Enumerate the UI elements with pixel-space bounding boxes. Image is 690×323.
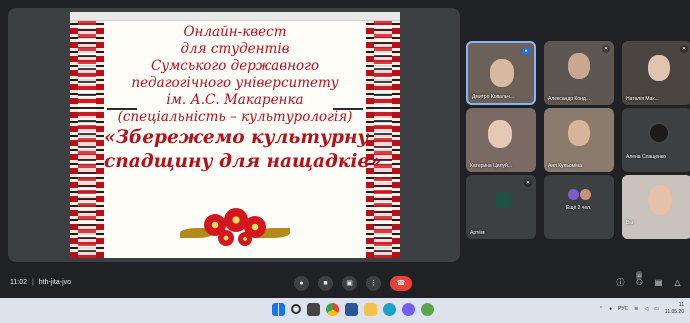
participant-avatar bbox=[494, 191, 512, 209]
participant-video bbox=[488, 120, 512, 148]
meeting-time: 11:02 bbox=[10, 279, 27, 286]
system-tray: ⌃ ● РУС ≋ ◁ ▭ 11 11.05.20 bbox=[599, 302, 684, 316]
participant-name: Дмитро Ковальч... bbox=[472, 94, 514, 100]
present-screen-icon: ▣ bbox=[346, 280, 353, 287]
participant-video bbox=[568, 53, 590, 79]
slide-text-block: Онлайн-квест для студентів Сумського дер… bbox=[104, 24, 382, 174]
self-view-tile[interactable]: Вы bbox=[622, 175, 690, 239]
taskbar-clock[interactable]: 11 11.05.20 bbox=[665, 302, 684, 316]
self-video bbox=[648, 185, 672, 215]
slide-line-5: ім. А.С. Макаренка bbox=[166, 92, 304, 108]
battery-icon[interactable]: ▭ bbox=[654, 306, 659, 312]
participant-tile[interactable]: Катерина Цилуй... bbox=[466, 108, 536, 172]
participant-video bbox=[568, 120, 590, 146]
participant-name: Аня Кульоміна bbox=[548, 163, 582, 169]
language-indicator[interactable]: РУС bbox=[618, 306, 628, 312]
presentation-slide: Онлайн-квест для студентів Сумського дер… bbox=[70, 12, 400, 258]
participant-name: Алена Слащенко bbox=[626, 154, 666, 160]
embroidery-border-right bbox=[366, 21, 400, 258]
participant-name: Артём bbox=[470, 230, 485, 236]
participant-tile[interactable]: ✕ Наталія Мак... bbox=[622, 41, 690, 105]
participant-tile[interactable]: Алена Слащенко bbox=[622, 108, 690, 172]
speaking-indicator-icon: ● bbox=[522, 47, 530, 55]
leave-call-button[interactable]: ☎ bbox=[390, 276, 412, 291]
edge-icon[interactable] bbox=[383, 303, 396, 316]
slide-line-6: (спеціальність – культурологія) bbox=[117, 109, 353, 125]
participant-avatar bbox=[650, 124, 668, 142]
viber-icon[interactable] bbox=[402, 303, 415, 316]
slide-line-4: педагогічного університету bbox=[131, 75, 339, 91]
participant-tile[interactable]: ✕ Александр Конд... bbox=[544, 41, 614, 105]
meeting-code: hth-jita-jvo bbox=[38, 279, 72, 286]
slide-title-line-2: спадщину для нащадків» bbox=[104, 151, 382, 172]
task-view-icon[interactable] bbox=[307, 303, 320, 316]
tray-chevron-icon[interactable]: ⌃ bbox=[599, 306, 603, 312]
camera-button[interactable]: ■ bbox=[318, 276, 333, 291]
participant-tile[interactable]: ✕ Артём bbox=[466, 175, 536, 239]
tray-mic-icon[interactable]: ● bbox=[609, 306, 612, 312]
word-icon[interactable] bbox=[345, 303, 358, 316]
more-vert-icon: ⋮ bbox=[370, 280, 377, 287]
meeting-control-bar: 11:02 | hth-jita-jvo ● ■ ▣ ⋮ ☎ ⓘ ⚇ 11 ▤ △ bbox=[0, 270, 690, 298]
participant-name: Наталія Мак... bbox=[626, 96, 659, 102]
participant-count-badge: 11 bbox=[636, 271, 643, 280]
more-participants-label: Ещё 2 чел. bbox=[566, 205, 592, 211]
activities-icon[interactable]: △ bbox=[673, 278, 682, 287]
meeting-separator: | bbox=[31, 279, 34, 286]
mic-off-icon: ✕ bbox=[680, 45, 688, 53]
participant-video bbox=[490, 59, 514, 87]
present-button[interactable]: ▣ bbox=[342, 276, 357, 291]
chrome-icon[interactable] bbox=[326, 303, 339, 316]
flower-ornament-image bbox=[180, 208, 290, 252]
slide-window-bar bbox=[70, 12, 400, 21]
meeting-side-actions: ⓘ ⚇ 11 ▤ △ bbox=[616, 271, 682, 287]
participant-name: Александр Конд... bbox=[548, 96, 590, 102]
windows-start-icon[interactable] bbox=[272, 303, 285, 316]
meeting-info: 11:02 | hth-jita-jvo bbox=[10, 279, 71, 286]
mic-off-icon: ✕ bbox=[602, 45, 610, 53]
clock-time: 11 bbox=[678, 302, 684, 308]
slide-title-line-1: «Збережемо культурну bbox=[104, 127, 369, 148]
slide-line-2: для студентів bbox=[180, 41, 290, 57]
mic-off-icon: ✕ bbox=[524, 179, 532, 187]
participant-tile[interactable]: ● Дмитро Ковальч... bbox=[466, 41, 536, 105]
clock-date: 11.05.20 bbox=[664, 309, 684, 315]
info-icon[interactable]: ⓘ bbox=[616, 278, 625, 287]
slide-line-1: Онлайн-квест bbox=[183, 24, 287, 40]
os-taskbar: ⌃ ● РУС ≋ ◁ ▭ 11 11.05.20 bbox=[0, 298, 690, 323]
taskbar-apps bbox=[272, 303, 434, 316]
chat-icon[interactable]: ▤ bbox=[654, 278, 663, 287]
phone-hangup-icon: ☎ bbox=[396, 280, 406, 287]
microphone-icon: ● bbox=[299, 280, 304, 287]
presentation-pane[interactable]: Онлайн-квест для студентів Сумського дер… bbox=[8, 8, 460, 262]
meet-stage: Онлайн-квест для студентів Сумського дер… bbox=[0, 0, 690, 270]
self-name: Вы bbox=[626, 220, 633, 226]
file-explorer-icon[interactable] bbox=[364, 303, 377, 316]
search-icon[interactable] bbox=[291, 304, 301, 314]
microphone-button[interactable]: ● bbox=[294, 276, 309, 291]
participant-avatar bbox=[568, 189, 579, 200]
participant-tile[interactable]: Ещё 2 чел. bbox=[544, 175, 614, 239]
camera-icon: ■ bbox=[323, 280, 328, 287]
participant-tile[interactable]: Аня Кульоміна bbox=[544, 108, 614, 172]
participant-video bbox=[648, 55, 670, 81]
slide-line-3: Сумського державного bbox=[150, 58, 320, 74]
embroidery-border-left bbox=[70, 21, 104, 258]
volume-icon[interactable]: ◁ bbox=[644, 306, 648, 312]
wifi-icon[interactable]: ≋ bbox=[634, 306, 638, 312]
participant-avatar bbox=[580, 189, 591, 200]
app-icon[interactable] bbox=[421, 303, 434, 316]
more-options-button[interactable]: ⋮ bbox=[366, 276, 381, 291]
participant-name: Катерина Цилуй... bbox=[470, 163, 512, 169]
people-icon[interactable]: ⚇ 11 bbox=[635, 271, 644, 287]
